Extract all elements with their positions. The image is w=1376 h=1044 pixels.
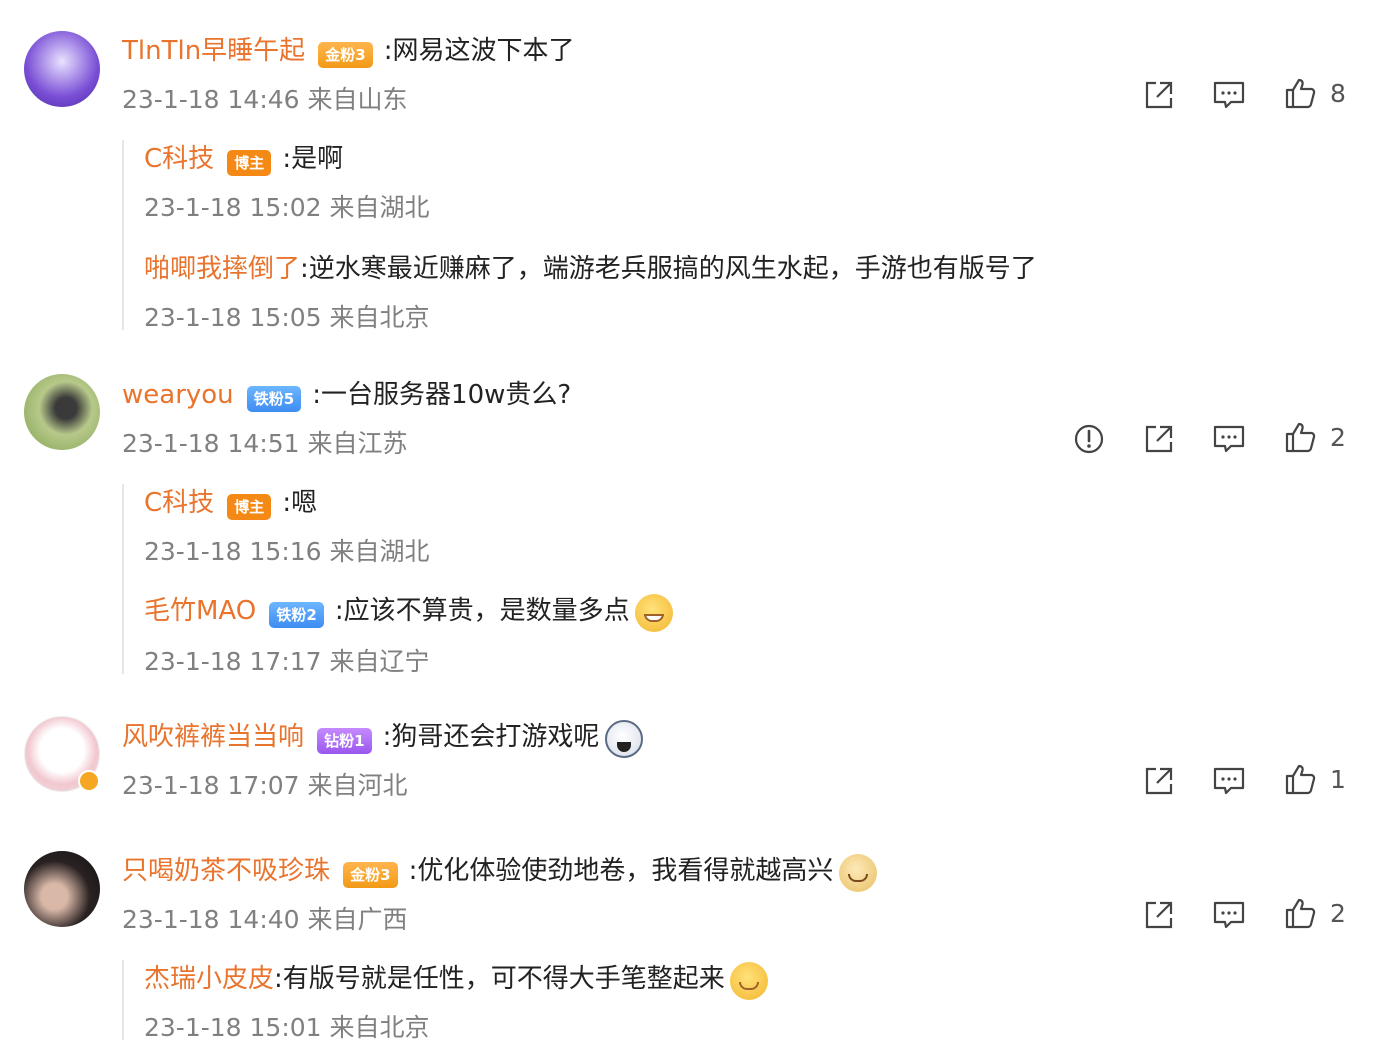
comment-header: 风吹裤裤当当响 钻粉1 :狗哥还会打游戏呢 [122, 716, 643, 760]
comment-button[interactable] [1212, 764, 1246, 798]
share-button[interactable] [1142, 422, 1176, 456]
comment-icon [1213, 81, 1245, 109]
comment-icon [1213, 425, 1245, 453]
like-count: 8 [1330, 78, 1346, 108]
reply-meta: 23-1-18 17:17 来自辽宁 [144, 647, 430, 676]
comment-icon [1213, 901, 1245, 929]
reply: C科技 博主 :嗯 [144, 482, 317, 520]
comment-text: :狗哥还会打游戏呢 [382, 722, 600, 752]
like-count: 2 [1330, 898, 1346, 928]
comment-header: wearyou 铁粉5 :一台服务器10w贵么? [122, 374, 571, 412]
comment-icon [1213, 767, 1245, 795]
thumbs-up-icon [1285, 78, 1316, 109]
dog-emoji-icon [604, 719, 643, 758]
username[interactable]: 风吹裤裤当当响 [122, 722, 304, 752]
blogger-badge: 博主 [227, 149, 272, 176]
fan-badge: 铁粉5 [246, 385, 302, 412]
comment-header: 只喝奶茶不吸珍珠 金粉3 :优化体验使劲地卷，我看得就越高兴 [122, 850, 877, 894]
username[interactable]: C科技 [144, 488, 214, 518]
comment-section: TlnTln早睡午起 金粉3 :网易这波下本了 23-1-18 14:46 来自… [0, 0, 1376, 1042]
share-icon [1145, 767, 1173, 795]
username[interactable]: C科技 [144, 144, 214, 174]
doge-emoji-icon [838, 853, 877, 892]
comment-meta: 23-1-18 14:40 来自广西 [122, 905, 408, 934]
fan-badge: 铁粉2 [269, 601, 324, 628]
reply-text: :有版号就是任性，可不得大手笔整起来 [274, 964, 725, 994]
blogger-badge: 博主 [227, 493, 272, 520]
comment-button[interactable] [1212, 422, 1246, 456]
like-button[interactable]: 1 [1284, 762, 1346, 796]
share-button[interactable] [1142, 78, 1176, 112]
comment-button[interactable] [1212, 78, 1246, 112]
username[interactable]: 只喝奶茶不吸珍珠 [122, 856, 330, 886]
smile-emoji-icon [729, 961, 768, 1000]
share-icon [1145, 901, 1173, 929]
username[interactable]: 毛竹MAO [144, 596, 256, 626]
reply-thread-line [122, 140, 124, 330]
avatar[interactable] [24, 851, 100, 927]
comment-meta: 23-1-18 17:07 来自河北 [122, 771, 408, 800]
comment-text: :优化体验使劲地卷，我看得就越高兴 [408, 856, 834, 886]
avatar[interactable] [24, 374, 100, 450]
username[interactable]: TlnTln早睡午起 [122, 36, 305, 66]
thumbs-up-icon [1285, 898, 1316, 929]
reply-thread-line [122, 484, 124, 674]
fan-badge: 金粉3 [343, 861, 398, 888]
username[interactable]: wearyou [122, 380, 234, 410]
reply-meta: 23-1-18 15:05 来自北京 [144, 303, 430, 332]
share-icon [1145, 425, 1173, 453]
share-button[interactable] [1142, 898, 1176, 932]
like-button[interactable]: 2 [1284, 420, 1346, 454]
share-icon [1145, 81, 1173, 109]
reply-text: :逆水寒最近赚麻了，端游老兵服搞的风生水起，手游也有版号了 [300, 254, 1037, 284]
comment-meta: 23-1-18 14:46 来自山东 [122, 85, 408, 114]
like-count: 1 [1330, 764, 1346, 794]
reply: 毛竹MAO 铁粉2 :应该不算贵，是数量多点 [144, 590, 673, 634]
username[interactable]: 杰瑞小皮皮 [144, 964, 274, 994]
share-button[interactable] [1142, 764, 1176, 798]
comment-button[interactable] [1212, 898, 1246, 932]
like-button[interactable]: 2 [1284, 896, 1346, 930]
comment-text: :网易这波下本了 [383, 36, 575, 66]
thumbs-up-icon [1285, 422, 1316, 453]
reply: 啪唧我摔倒了:逆水寒最近赚麻了，端游老兵服搞的风生水起，手游也有版号了 [144, 248, 1037, 285]
reply-text: :应该不算贵，是数量多点 [334, 596, 630, 626]
fan-badge: 钻粉1 [317, 727, 372, 754]
thumbs-up-icon [1285, 764, 1316, 795]
reply-thread-line [122, 960, 124, 1040]
report-button[interactable] [1072, 422, 1106, 456]
like-count: 2 [1330, 422, 1346, 452]
username[interactable]: 啪唧我摔倒了 [144, 254, 300, 284]
reply-meta: 23-1-18 15:16 来自湖北 [144, 537, 430, 566]
grin-emoji-icon [634, 593, 673, 632]
report-icon [1074, 424, 1104, 454]
like-button[interactable]: 8 [1284, 76, 1346, 110]
comment-text: :一台服务器10w贵么? [312, 380, 572, 410]
reply-text: :嗯 [282, 488, 318, 518]
comment-header: TlnTln早睡午起 金粉3 :网易这波下本了 [122, 30, 575, 68]
comment-meta: 23-1-18 14:51 来自江苏 [122, 429, 408, 458]
fan-badge: 金粉3 [318, 41, 373, 68]
reply-meta: 23-1-18 15:01 来自北京 [144, 1013, 430, 1042]
avatar[interactable] [24, 31, 100, 107]
verified-icon [78, 770, 100, 792]
reply: C科技 博主 :是啊 [144, 138, 343, 176]
reply-text: :是啊 [282, 144, 344, 174]
reply-meta: 23-1-18 15:02 来自湖北 [144, 193, 430, 222]
reply: 杰瑞小皮皮:有版号就是任性，可不得大手笔整起来 [144, 958, 768, 1002]
